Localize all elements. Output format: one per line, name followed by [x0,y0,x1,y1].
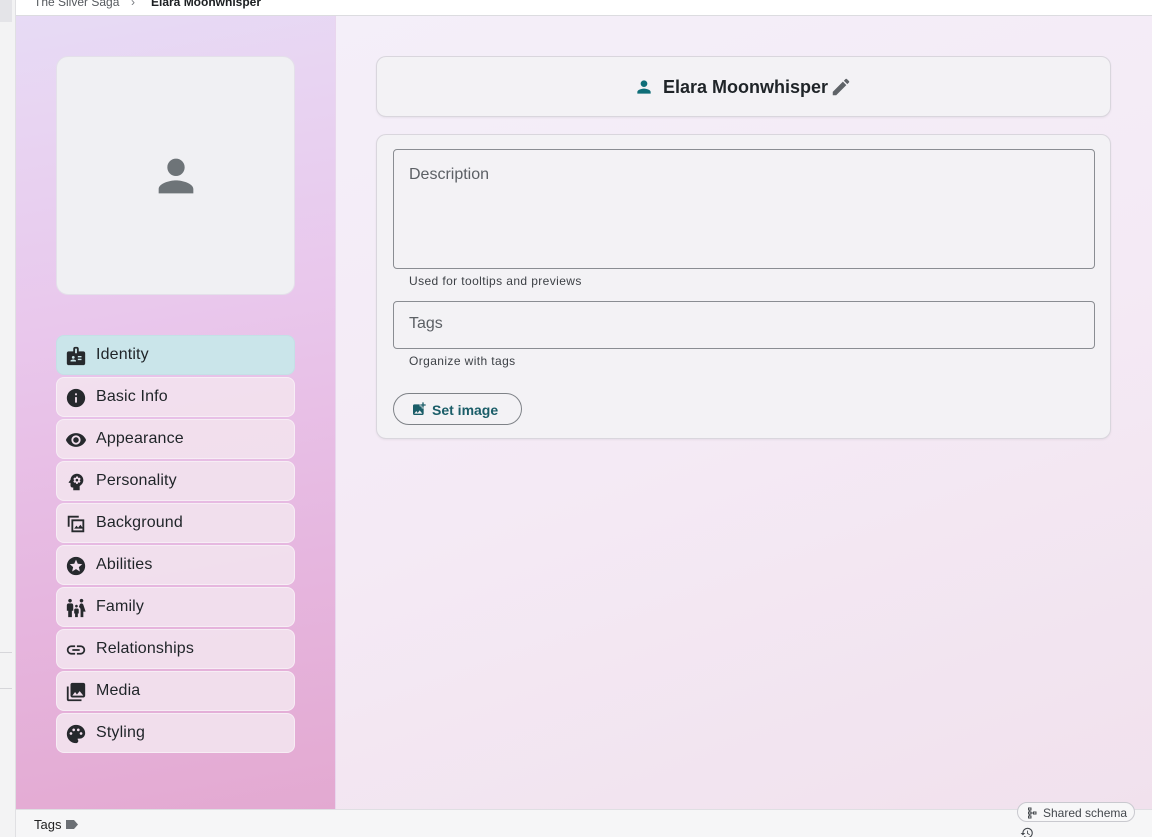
nav-item-background[interactable]: Background [56,503,295,543]
person-icon [158,158,194,194]
photo-library-icon [65,681,87,703]
nav-item-styling[interactable]: Styling [56,713,295,753]
set-image-button[interactable]: Set image [393,393,522,425]
footer-tags-label[interactable]: Tags [34,817,61,832]
nav-item-label: Identity [96,346,149,363]
nav-item-label: Media [96,682,141,699]
rail-divider [0,688,12,689]
character-name: Elara Moonwhisper [663,77,829,97]
breadcrumb-separator: › [131,0,135,9]
app-rail [0,0,16,837]
description-hint: Used for tooltips and previews [409,274,582,288]
nav-item-abilities[interactable]: Abilities [56,545,295,585]
rail-top-block [0,0,12,22]
nav-item-label: Personality [96,472,177,489]
nav-item-relationships[interactable]: Relationships [56,629,295,669]
nav-item-label: Background [96,514,183,531]
palette-icon [65,723,87,745]
head-gear-icon [65,471,87,493]
shared-schema-chip[interactable]: Shared schema [1017,802,1135,822]
star-icon [65,555,87,577]
nav-item-label: Basic Info [96,388,168,405]
sidebar: Identity Basic Info Appearance Personali… [16,16,336,809]
nav-item-personality[interactable]: Personality [56,461,295,501]
info-icon [65,387,87,409]
add-photo-icon [413,402,426,415]
bottom-bar: Tags [16,809,1152,837]
pencil-icon[interactable] [830,76,852,98]
nav-item-identity[interactable]: Identity [56,335,295,375]
rail-divider [0,652,12,653]
description-field[interactable]: Description [393,149,1095,269]
section-nav: Identity Basic Info Appearance Personali… [56,335,295,755]
breadcrumb-item-current: Elara Moonwhisper [151,0,262,9]
nav-item-label: Appearance [96,430,184,447]
character-header: Elara Moonwhisper [376,56,1111,117]
identity-form: Description Used for tooltips and previe… [376,134,1111,439]
breadcrumb: The Silver Saga › Elara Moonwhisper [16,0,1152,16]
set-image-label: Set image [432,402,499,418]
family-icon [65,597,87,619]
eye-icon [65,429,87,451]
link-icon [65,639,87,661]
breadcrumb-item-project[interactable]: The Silver Saga [34,0,119,9]
tags-placeholder: Tags [409,315,443,332]
tags-hint: Organize with tags [409,354,516,368]
avatar-placeholder[interactable] [56,56,295,295]
nav-item-appearance[interactable]: Appearance [56,419,295,459]
nav-item-label: Family [96,598,145,615]
schema-label: Shared schema [1043,806,1128,820]
tags-field[interactable]: Tags [393,301,1095,349]
nav-item-label: Styling [96,724,146,741]
landscape-icon [65,513,87,535]
id-badge-icon [65,345,87,367]
description-placeholder: Description [409,166,490,183]
nav-item-family[interactable]: Family [56,587,295,627]
nav-item-basic-info[interactable]: Basic Info [56,377,295,417]
nav-item-media[interactable]: Media [56,671,295,711]
main-panel: Elara Moonwhisper Description Used for t… [336,16,1152,809]
history-icon[interactable] [1020,826,1034,837]
nav-item-label: Abilities [96,556,153,573]
nav-item-label: Relationships [96,640,195,657]
person-icon [637,80,651,94]
schema-icon [1028,807,1037,819]
tag-icon [66,820,78,829]
